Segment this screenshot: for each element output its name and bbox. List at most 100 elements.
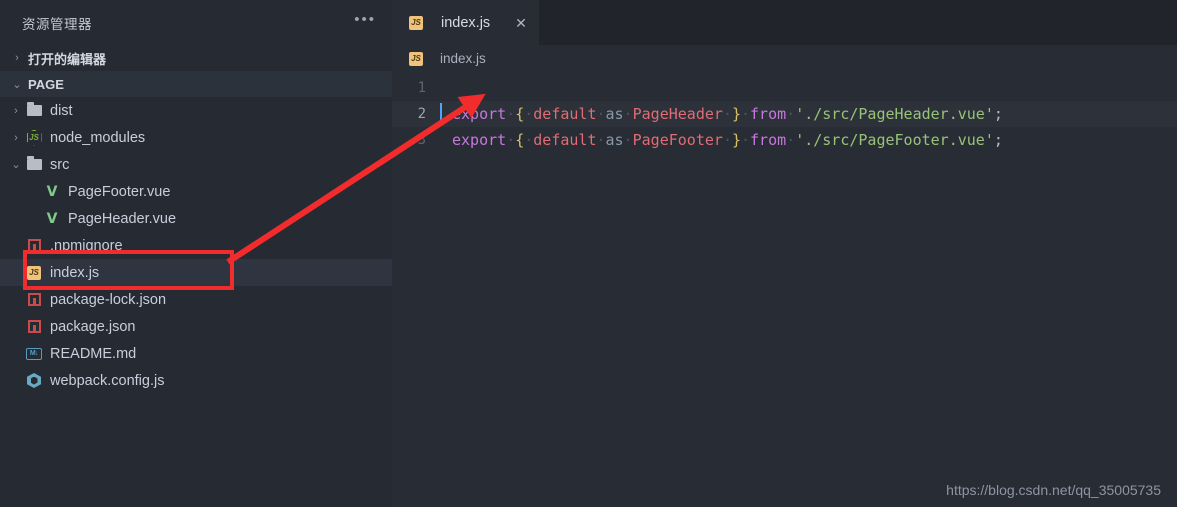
code-token: './src/PageFooter.vue'	[795, 131, 994, 149]
code-line[interactable]: 3 export·{·default·as·PageFooter·}·from·'…	[392, 127, 1177, 153]
explorer-header: 资源管理器 •••	[0, 0, 392, 45]
tab-index-js[interactable]: JS index.js ✕	[392, 0, 539, 45]
file-tree: › dist › JS node_modules ⌄ src V PageFooter.vue V…	[0, 97, 392, 394]
code-line-text: export·{·default·as·PageFooter·}·from·'.…	[440, 127, 1003, 153]
tree-item-label: src	[50, 156, 70, 173]
code-token: as	[605, 105, 624, 123]
tree-item-package-json[interactable]: package.json	[0, 313, 392, 340]
vue-icon: V	[46, 210, 58, 227]
sidebar-section-open-editors[interactable]: › 打开的编辑器	[0, 45, 392, 71]
folder-icon	[24, 156, 44, 174]
npm-icon	[24, 318, 44, 336]
chevron-right-icon[interactable]: ›	[8, 105, 24, 117]
code-token: ·	[786, 131, 796, 149]
breadcrumb-label: index.js	[440, 51, 486, 66]
chevron-right-icon[interactable]: ›	[8, 132, 24, 144]
tree-item-label: package-lock.json	[50, 291, 167, 308]
breadcrumb[interactable]: JS index.js	[392, 45, 1177, 72]
js-icon: JS	[406, 50, 426, 68]
editor-tabbar: JS index.js ✕	[392, 0, 1177, 45]
vscode-window: 资源管理器 ••• › 打开的编辑器 ⌄ PAGE › dist › JS node_m…	[0, 0, 1177, 507]
sidebar-section-page[interactable]: ⌄ PAGE	[0, 71, 392, 97]
code-token: ·	[623, 105, 633, 123]
code-line-text: export·{·default·as·PageHeader·}·from·'.…	[440, 101, 1003, 127]
code-token: ·	[596, 131, 606, 149]
tree-item-label: dist	[50, 102, 73, 119]
code-token: }	[731, 105, 741, 123]
code-token: ·	[741, 131, 751, 149]
sidebar-section-label: PAGE	[28, 76, 64, 92]
code-token: ;	[993, 131, 1003, 149]
js-icon: JS	[406, 14, 426, 32]
more-actions-icon[interactable]: •••	[354, 12, 376, 30]
code-token: PageHeader	[632, 105, 723, 123]
code-token: {	[515, 105, 525, 123]
chevron-down-icon[interactable]: ⌄	[8, 158, 24, 171]
code-token: ·	[596, 105, 606, 123]
markdown-icon: M↓	[24, 345, 44, 363]
tree-item-webpack-config-js[interactable]: webpack.config.js	[0, 367, 392, 394]
code-token: default	[533, 105, 597, 123]
code-token: ·	[524, 131, 534, 149]
code-token: PageFooter	[632, 131, 723, 149]
code-token: ·	[722, 131, 732, 149]
nodejs-icon: JS	[24, 129, 44, 147]
webpack-icon	[24, 372, 44, 390]
line-number: 1	[417, 80, 426, 96]
tree-item-src[interactable]: ⌄ src	[0, 151, 392, 178]
line-number: 2	[417, 106, 426, 122]
code-token: ;	[993, 105, 1003, 123]
code-token: ·	[786, 105, 796, 123]
watermark-text: https://blog.csdn.net/qq_35005735	[946, 482, 1161, 498]
tree-item-readme-md[interactable]: M↓ README.md	[0, 340, 392, 367]
tree-item-label: package.json	[50, 318, 136, 335]
text-caret	[440, 103, 442, 125]
tree-item-label: webpack.config.js	[50, 372, 165, 389]
tree-item-pageheader-vue[interactable]: V PageHeader.vue	[0, 205, 392, 232]
code-token: {	[515, 131, 525, 149]
code-token: }	[731, 131, 741, 149]
vue-icon: V	[46, 183, 58, 200]
chevron-down-icon: ⌄	[12, 78, 22, 91]
tree-item-label: PageHeader.vue	[68, 210, 177, 227]
code-token: from	[750, 105, 787, 123]
tree-item-label: index.js	[50, 264, 100, 281]
code-token: ·	[722, 105, 732, 123]
tree-item-index-js[interactable]: JS index.js	[0, 259, 392, 286]
code-token: './src/PageHeader.vue'	[795, 105, 994, 123]
tree-item-label: PageFooter.vue	[68, 183, 171, 200]
code-line[interactable]: 1	[392, 75, 1177, 101]
code-token: default	[533, 131, 597, 149]
npm-icon	[24, 291, 44, 309]
code-token: as	[605, 131, 624, 149]
page-title: 资源管理器	[22, 16, 92, 32]
code-token: ·	[623, 131, 633, 149]
code-token: export	[452, 131, 507, 149]
tab-label: index.js	[441, 14, 491, 31]
code-token: ·	[524, 105, 534, 123]
code-token: ·	[506, 131, 516, 149]
tree-item-label: .npmignore	[50, 237, 123, 254]
folder-icon	[24, 102, 44, 120]
code-token: ·	[506, 105, 516, 123]
chevron-right-icon: ›	[15, 52, 19, 64]
tree-item-package-lock-json[interactable]: package-lock.json	[0, 286, 392, 313]
npm-icon	[24, 237, 44, 255]
tree-item-npmignore[interactable]: .npmignore	[0, 232, 392, 259]
editor-area: JS index.js ✕ JS index.js 1 2 export·{·def…	[392, 0, 1177, 507]
code-token: ·	[741, 105, 751, 123]
line-number: 3	[417, 132, 426, 148]
js-icon: JS	[24, 264, 44, 282]
close-icon[interactable]: ✕	[515, 16, 527, 30]
tree-item-pagefooter-vue[interactable]: V PageFooter.vue	[0, 178, 392, 205]
tree-item-label: README.md	[50, 345, 137, 362]
tree-item-label: node_modules	[50, 129, 146, 146]
code-token: export	[452, 105, 507, 123]
code-editor[interactable]: 1 2 export·{·default·as·PageHeader·}·from·…	[392, 72, 1177, 507]
tree-item-node-modules[interactable]: › JS node_modules	[0, 124, 392, 151]
code-line[interactable]: 2 export·{·default·as·PageHeader·}·from·'…	[392, 101, 1177, 127]
tree-item-dist[interactable]: › dist	[0, 97, 392, 124]
code-token: from	[750, 131, 787, 149]
explorer-sidebar: 资源管理器 ••• › 打开的编辑器 ⌄ PAGE › dist › JS node_m…	[0, 0, 392, 507]
sidebar-section-label: 打开的编辑器	[28, 51, 107, 67]
